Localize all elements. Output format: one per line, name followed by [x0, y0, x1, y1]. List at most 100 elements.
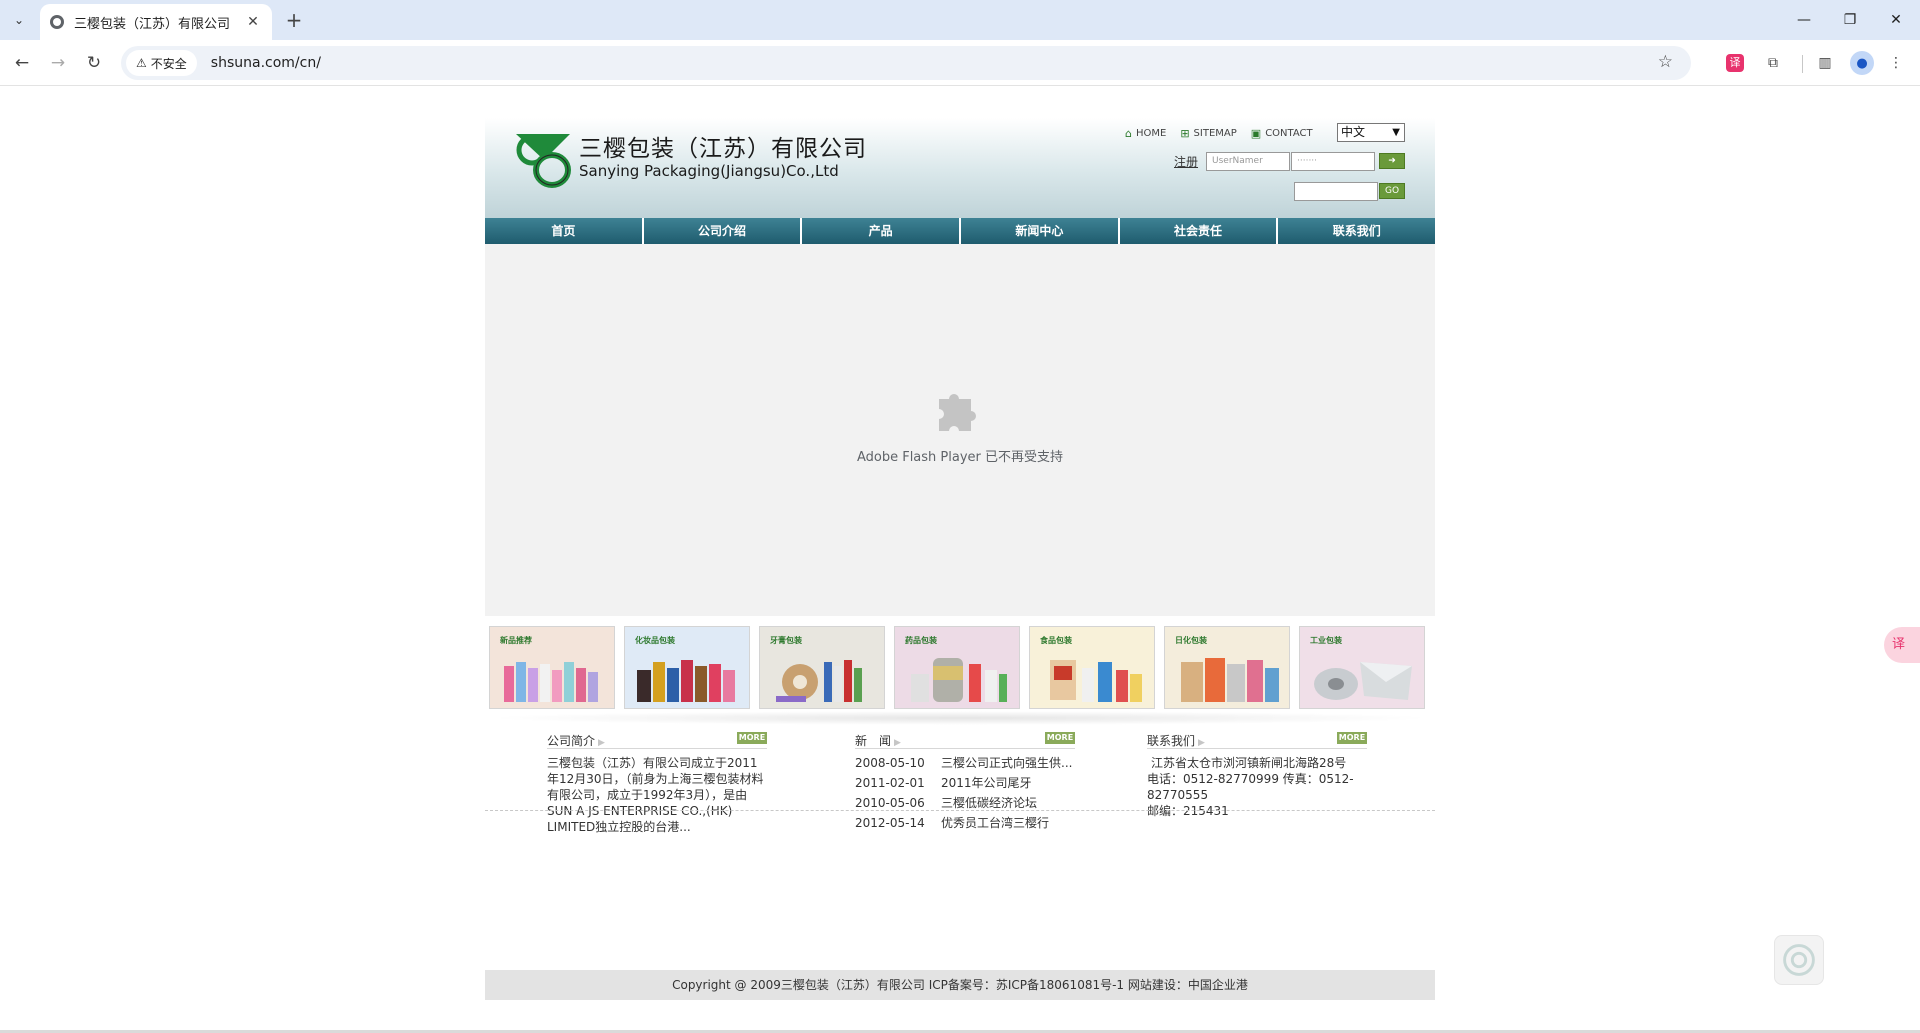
back-icon[interactable]: ← — [10, 51, 34, 75]
omnibox[interactable]: ⚠ 不安全 shsuna.com/cn/ ☆ — [121, 46, 1691, 80]
close-icon[interactable]: ✕ — [244, 14, 262, 30]
news-title[interactable]: 2011年公司尾牙 — [941, 773, 1032, 793]
side-panel-icon[interactable]: ▥ — [1814, 52, 1836, 74]
password-input[interactable]: ······· — [1291, 152, 1375, 171]
news-item[interactable]: 2008-05-10 三樱公司正式向强生供... — [855, 753, 1075, 773]
new-tab-icon[interactable]: + — [282, 8, 306, 32]
sitemap-icon: ⊞ — [1180, 127, 1190, 140]
language-selected: 中文 — [1341, 125, 1366, 139]
address-bar-row: ← → ↻ ⚠ 不安全 shsuna.com/cn/ ☆ 译 ⧉ ▥ ● ⋮ — [0, 40, 1920, 86]
flash-unsupported-message: Adobe Flash Player 已不再受支持 — [856, 450, 1064, 465]
nav-item-products[interactable]: 产品 — [802, 218, 962, 244]
product-tile-toothpaste[interactable]: 牙膏包装 — [759, 626, 885, 709]
news-title[interactable]: 三樱公司正式向强生供... — [941, 753, 1072, 773]
warning-icon: ⚠ — [136, 56, 147, 70]
product-tile-cosmetics[interactable]: 化妆品包装 — [624, 626, 750, 709]
nav-item-news[interactable]: 新闻中心 — [961, 218, 1120, 244]
search-go-button[interactable]: GO — [1379, 183, 1405, 199]
news-column: 新 闻 ▶ MORE 2008-05-10 三樱公司正式向强生供... 2011-0… — [855, 732, 1075, 833]
restore-icon[interactable]: ❐ — [1828, 8, 1872, 32]
reload-icon[interactable]: ↻ — [82, 51, 106, 75]
nav-item-contact[interactable]: 联系我们 — [1278, 218, 1435, 244]
translate-extension-icon[interactable]: 译 — [1726, 54, 1744, 72]
contact-heading-text: 联系我们 — [1147, 734, 1196, 748]
window-close-icon[interactable]: ✕ — [1874, 8, 1918, 32]
arrow-right-icon: ▶ — [894, 738, 901, 748]
footer-divider — [485, 810, 1435, 811]
product-photo — [637, 660, 735, 702]
username-input[interactable]: UserNamer — [1206, 152, 1290, 171]
extensions-puzzle-icon[interactable]: ⧉ — [1762, 52, 1784, 74]
floating-translate-icon[interactable]: 译 — [1884, 627, 1920, 663]
product-tile-label: 药品包装 — [905, 636, 937, 645]
news-item[interactable]: 2012-05-14 优秀员工台湾三樱行 — [855, 813, 1075, 833]
product-tile-label: 工业包装 — [1310, 636, 1342, 645]
contact-link-label: CONTACT — [1265, 128, 1313, 139]
news-list: 2008-05-10 三樱公司正式向强生供... 2011-02-01 2011年公… — [855, 753, 1075, 833]
top-links: ⌂ HOME ⊞ SITEMAP ▣ CONTACT — [1125, 127, 1327, 140]
product-tile-label: 日化包装 — [1175, 636, 1207, 645]
security-chip[interactable]: ⚠ 不安全 — [126, 50, 197, 76]
profile-avatar-icon[interactable]: ● — [1850, 51, 1874, 75]
site-header: 三樱包装（江苏）有限公司 Sanying Packaging(Jiangsu)C… — [485, 118, 1435, 218]
company-logo[interactable] — [510, 130, 574, 188]
bookmark-star-icon[interactable]: ☆ — [1658, 52, 1673, 72]
sitemap-link-label: SITEMAP — [1193, 128, 1237, 139]
search-input[interactable] — [1294, 182, 1378, 201]
product-tile-industrial[interactable]: 工业包装 — [1299, 626, 1425, 709]
news-date: 2008-05-10 — [855, 756, 925, 770]
about-more-button[interactable]: MORE — [737, 732, 767, 744]
contact-icon: ▣ — [1250, 127, 1262, 140]
product-photo — [776, 660, 862, 702]
contact-more-button[interactable]: MORE — [1337, 732, 1367, 744]
product-tile-daily[interactable]: 日化包装 — [1164, 626, 1290, 709]
company-name-cn: 三樱包装（江苏）有限公司 — [579, 136, 867, 162]
product-photo — [1314, 662, 1412, 700]
globe-icon — [50, 15, 64, 29]
news-item[interactable]: 2011-02-01 2011年公司尾牙 — [855, 773, 1075, 793]
contact-postcode: 邮编：215431 — [1147, 804, 1229, 818]
product-category-strip: 新品推荐 化妆品包装 牙膏包装 药品包装 食品包装 日化包装 工业包装 — [485, 616, 1435, 725]
product-photo — [1050, 660, 1142, 702]
menu-kebab-icon[interactable]: ⋮ — [1885, 52, 1907, 74]
news-date: 2011-02-01 — [855, 776, 925, 790]
login-arrow-button[interactable]: ➜ — [1379, 153, 1405, 169]
product-tile-label: 化妆品包装 — [635, 636, 675, 645]
plugin-puzzle-icon — [939, 394, 976, 431]
about-heading-text: 公司简介 — [547, 734, 596, 748]
news-date: 2012-05-14 — [855, 816, 925, 830]
floating-service-icon[interactable] — [1774, 935, 1824, 985]
product-tile-label: 新品推荐 — [500, 636, 532, 645]
news-title[interactable]: 优秀员工台湾三樱行 — [941, 813, 1049, 833]
company-name-en: Sanying Packaging(Jiangsu)Co.,Ltd — [579, 162, 839, 180]
minimize-icon[interactable]: — — [1782, 8, 1826, 32]
news-more-button[interactable]: MORE — [1045, 732, 1075, 744]
product-photo — [1181, 658, 1279, 702]
about-heading: 公司简介 ▶ MORE — [547, 732, 767, 749]
product-tile-pharma[interactable]: 药品包装 — [894, 626, 1020, 709]
nav-item-home[interactable]: 首页 — [485, 218, 644, 244]
contact-link[interactable]: ▣ CONTACT — [1251, 127, 1313, 140]
nav-item-responsibility[interactable]: 社会责任 — [1120, 218, 1279, 244]
tab-search-icon[interactable]: ⌄ — [8, 9, 30, 31]
forward-icon[interactable]: → — [46, 51, 70, 75]
contact-heading: 联系我们 ▶ MORE — [1147, 732, 1367, 749]
arrow-right-icon: ▶ — [598, 738, 605, 748]
product-tile-food[interactable]: 食品包装 — [1029, 626, 1155, 709]
sitemap-link[interactable]: ⊞ SITEMAP — [1180, 127, 1236, 140]
contact-column: 联系我们 ▶ MORE 江苏省太仓市浏河镇新闸北海路28号 电话：0512-827… — [1147, 732, 1367, 819]
home-link[interactable]: ⌂ HOME — [1125, 127, 1166, 140]
product-tile-label: 食品包装 — [1040, 636, 1072, 645]
product-tile-label: 牙膏包装 — [770, 636, 802, 645]
browser-tab[interactable]: 三樱包装（江苏）有限公司 ✕ — [40, 4, 272, 40]
url-text[interactable]: shsuna.com/cn/ — [211, 55, 321, 71]
news-heading-text: 新 闻 — [855, 734, 892, 748]
site-footer: Copyright @ 2009三樱包装（江苏）有限公司 ICP备案号：苏ICP… — [485, 970, 1435, 1000]
contact-address: 江苏省太仓市浏河镇新闸北海路28号 — [1151, 756, 1347, 770]
product-tile-new[interactable]: 新品推荐 — [489, 626, 615, 709]
language-select[interactable]: 中文 ▼ — [1337, 123, 1405, 142]
product-photo — [504, 662, 598, 702]
register-link[interactable]: 注册 — [1174, 153, 1198, 170]
browser-tab-strip: ⌄ 三樱包装（江苏）有限公司 ✕ + — ❐ ✕ — [0, 0, 1920, 40]
nav-item-about[interactable]: 公司介绍 — [644, 218, 803, 244]
